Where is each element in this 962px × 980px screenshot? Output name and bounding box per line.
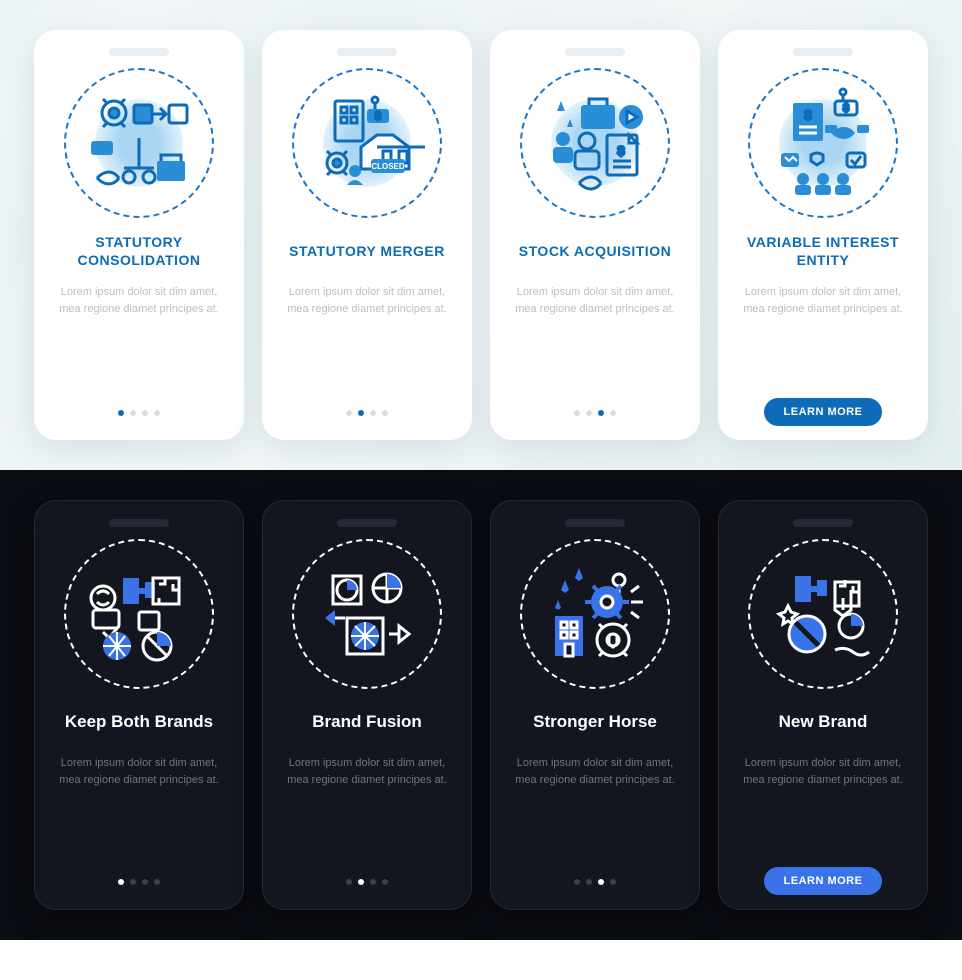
svg-text:$: $	[618, 144, 625, 158]
card-description: Lorem ipsum dolor sit dim amet, mea regi…	[505, 755, 685, 788]
brand-fusion-icon	[292, 539, 442, 689]
svg-text:$: $	[843, 103, 849, 114]
card-title: STATUTORY CONSOLIDATION	[48, 232, 230, 270]
dot[interactable]	[370, 410, 376, 416]
dot[interactable]	[382, 410, 388, 416]
phone-card: $ STOCK ACQUISITION Lorem ipsum dolor si…	[490, 30, 700, 440]
dot[interactable]	[358, 410, 364, 416]
svg-text:$: $	[375, 111, 381, 122]
phone-card: STATUTORY CONSOLIDATION Lorem ipsum dolo…	[34, 30, 244, 440]
dot[interactable]	[574, 879, 580, 885]
phone-notch	[109, 48, 169, 56]
dot[interactable]	[598, 879, 604, 885]
learn-more-button[interactable]: LEARN MORE	[764, 867, 883, 895]
page-dots	[118, 879, 160, 885]
card-description: Lorem ipsum dolor sit dim amet, mea regi…	[49, 755, 229, 788]
onboarding-row-dark: Keep Both Brands Lorem ipsum dolor sit d…	[0, 470, 962, 940]
learn-more-button[interactable]: LEARN MORE	[764, 398, 883, 426]
dot[interactable]	[574, 410, 580, 416]
page-dots	[574, 410, 616, 416]
stronger-horse-icon	[520, 539, 670, 689]
card-title: Stronger Horse	[533, 703, 657, 741]
dot[interactable]	[118, 410, 124, 416]
phone-card: $ CLOSED STATUTORY MERGER Lo	[262, 30, 472, 440]
dot[interactable]	[586, 879, 592, 885]
card-title: New Brand	[779, 703, 868, 741]
phone-card: $ $	[718, 30, 928, 440]
dot[interactable]	[142, 879, 148, 885]
dot[interactable]	[130, 879, 136, 885]
card-description: Lorem ipsum dolor sit dim amet, mea regi…	[732, 284, 914, 317]
dot[interactable]	[358, 879, 364, 885]
card-description: Lorem ipsum dolor sit dim amet, mea regi…	[277, 755, 457, 788]
dot[interactable]	[598, 410, 604, 416]
svg-text:$: $	[805, 108, 812, 122]
keep-brands-icon	[64, 539, 214, 689]
vie-icon: $ $	[748, 68, 898, 218]
dot[interactable]	[154, 410, 160, 416]
dot[interactable]	[610, 410, 616, 416]
card-title: Keep Both Brands	[65, 703, 213, 741]
phone-notch	[793, 48, 853, 56]
phone-notch	[793, 519, 853, 527]
phone-card: Brand Fusion Lorem ipsum dolor sit dim a…	[262, 500, 472, 910]
phone-notch	[109, 519, 169, 527]
card-title: Brand Fusion	[312, 703, 422, 741]
phone-notch	[337, 48, 397, 56]
closed-badge: CLOSED	[371, 162, 405, 171]
card-title: STATUTORY MERGER	[289, 232, 445, 270]
card-description: Lorem ipsum dolor sit dim amet, mea regi…	[504, 284, 686, 317]
card-description: Lorem ipsum dolor sit dim amet, mea regi…	[276, 284, 458, 317]
dot[interactable]	[370, 879, 376, 885]
dot[interactable]	[346, 410, 352, 416]
dot[interactable]	[130, 410, 136, 416]
dot[interactable]	[610, 879, 616, 885]
page-dots	[346, 879, 388, 885]
page-dots	[346, 410, 388, 416]
new-brand-icon	[748, 539, 898, 689]
consolidation-icon	[64, 68, 214, 218]
phone-card: New Brand Lorem ipsum dolor sit dim amet…	[718, 500, 928, 910]
onboarding-row-light: STATUTORY CONSOLIDATION Lorem ipsum dolo…	[0, 0, 962, 470]
page-dots	[118, 410, 160, 416]
phone-card: Stronger Horse Lorem ipsum dolor sit dim…	[490, 500, 700, 910]
dot[interactable]	[586, 410, 592, 416]
dot[interactable]	[154, 879, 160, 885]
dot[interactable]	[346, 879, 352, 885]
card-title: STOCK ACQUISITION	[519, 232, 671, 270]
dot[interactable]	[118, 879, 124, 885]
card-description: Lorem ipsum dolor sit dim amet, mea regi…	[733, 755, 913, 788]
dot[interactable]	[382, 879, 388, 885]
card-description: Lorem ipsum dolor sit dim amet, mea regi…	[48, 284, 230, 317]
dot[interactable]	[142, 410, 148, 416]
merger-icon: $ CLOSED	[292, 68, 442, 218]
card-title: VARIABLE INTEREST ENTITY	[732, 232, 914, 270]
phone-notch	[565, 48, 625, 56]
phone-card: Keep Both Brands Lorem ipsum dolor sit d…	[34, 500, 244, 910]
phone-notch	[337, 519, 397, 527]
page-dots	[574, 879, 616, 885]
phone-notch	[565, 519, 625, 527]
stock-icon: $	[520, 68, 670, 218]
